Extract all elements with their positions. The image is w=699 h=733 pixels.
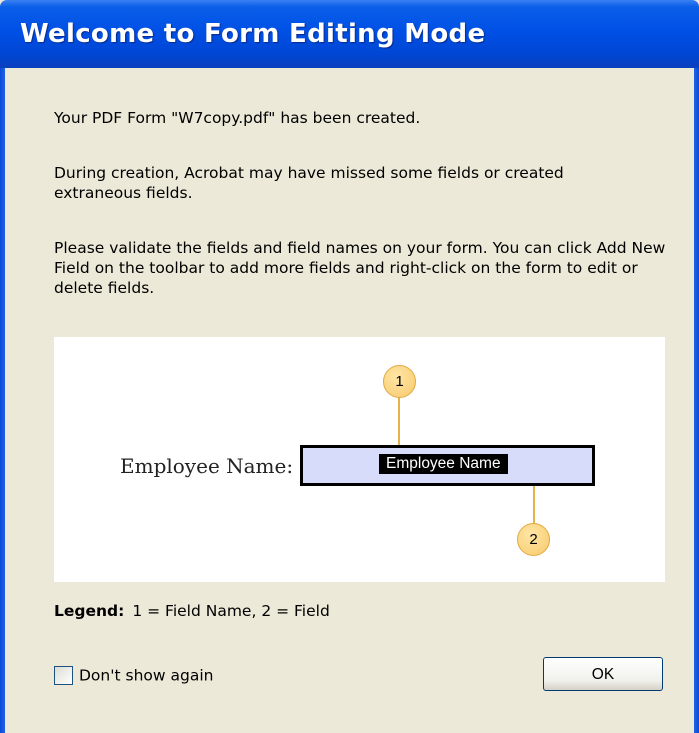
message-creation-note: During creation, Acrobat may have missed… [54,164,564,202]
window-frame-right [694,68,699,733]
window-frame-left [0,68,5,733]
example-field-label: Employee Name: [120,454,294,478]
dialog-title: Welcome to Form Editing Mode [20,19,486,49]
legend-label: Legend: [54,602,125,620]
message-validate-instructions: Please validate the fields and field nam… [54,239,666,297]
callout-1-badge: 1 [383,365,416,398]
ok-button[interactable]: OK [543,657,663,691]
dialog-window: Welcome to Form Editing Mode Your PDF Fo… [0,0,699,733]
dont-show-again-label[interactable]: Don't show again [79,667,213,685]
legend-text: 1 = Field Name, 2 = Field [132,602,330,620]
message-created: Your PDF Form "W7copy.pdf" has been crea… [54,109,421,127]
dont-show-again-checkbox[interactable] [54,666,73,685]
legend: Legend: 1 = Field Name, 2 = Field [54,602,330,620]
example-form-field: Employee Name [300,445,595,486]
example-field-name-tag: Employee Name [379,454,508,474]
title-bar[interactable]: Welcome to Form Editing Mode [0,0,699,68]
example-preview: Employee Name: Employee Name 1 2 [54,337,665,582]
dont-show-again-option[interactable]: Don't show again [54,666,213,685]
callout-2-badge: 2 [517,523,550,556]
